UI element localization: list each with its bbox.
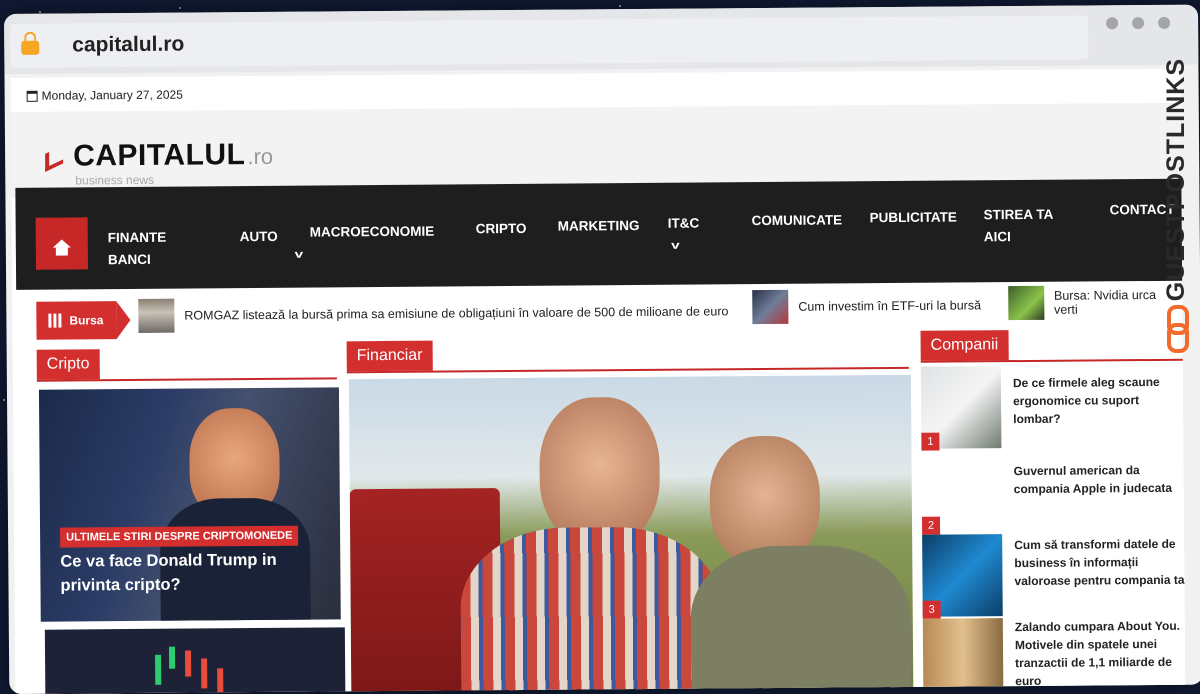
logo-arrow-icon [41, 140, 67, 170]
nav-item-publicitate[interactable]: PUBLICITATE [870, 207, 957, 230]
list-number: 3 [922, 600, 941, 619]
featured-article-financiar[interactable] [348, 374, 914, 694]
article-title[interactable]: Guvernul american da compania Apple in j… [1014, 461, 1186, 498]
chain-link-icon [1165, 305, 1189, 354]
address-bar[interactable]: capitalul.ro [10, 15, 1089, 68]
window-dot-icon[interactable] [1132, 17, 1145, 30]
window-controls [1106, 16, 1171, 30]
article-title[interactable]: Zalando cumpara About You. Motivele din … [1015, 617, 1188, 690]
chevron-down-icon: v [294, 248, 304, 261]
bars-icon [48, 313, 62, 328]
nav-item-macroeconomie[interactable]: MACROECONOMIE v [295, 221, 435, 266]
current-date: Monday, January 27, 2025 [41, 87, 183, 103]
nav-item-stirea-ta-aici[interactable]: STIREA TA AICI [984, 204, 1064, 249]
list-item[interactable]: Zalando cumpara About You. Motivele din … [922, 617, 1194, 694]
list-item[interactable]: 2 Guvernul american da compania Apple in… [921, 449, 1192, 535]
lock-icon [10, 34, 50, 57]
logo-tagline: business news [75, 172, 155, 188]
calendar-icon [26, 90, 38, 102]
section-title[interactable]: Cripto [36, 349, 100, 380]
nav-item-itc[interactable]: IT&C v [668, 213, 700, 257]
article-title[interactable]: Cum să transformi datele de business în … [1014, 535, 1186, 590]
date-row: Monday, January 27, 2025 [26, 87, 183, 103]
nav-item-auto[interactable]: AUTO [240, 226, 278, 248]
article-title[interactable]: Ce va face Donald Trump in privinta crip… [60, 548, 280, 598]
nav-item-comunicate[interactable]: COMUNICATE [752, 209, 843, 232]
candle-mark [201, 658, 208, 689]
nav-item-cripto[interactable]: CRIPTO [476, 218, 527, 240]
url-text: capitalul.ro [72, 32, 185, 57]
watermark-text: GUESTPOSTLINKS [1161, 58, 1190, 302]
farmer-face-photo [539, 396, 661, 548]
logo-tld-text: .ro [247, 143, 274, 170]
logo-main-text: CAPITALUL [72, 138, 246, 173]
browser-titlebar: capitalul.ro [4, 4, 1199, 74]
nav-item-finante-banci[interactable]: FINANTE BANCI [108, 227, 188, 272]
candle-mark [185, 650, 192, 677]
list-item[interactable]: 1 De ce firmele aleg scaune ergonomice c… [920, 365, 1192, 451]
ticker-item[interactable]: ROMGAZ listează la bursă prima sa emisiu… [138, 294, 728, 333]
home-icon [52, 239, 71, 248]
featured-article-cripto[interactable]: ULTIMELE STIRI DESPRE CRIPTOMONEDE Ce va… [38, 387, 341, 622]
ticker-item[interactable]: Cum investim în ETF-uri la bursă [752, 288, 981, 325]
candle-mark [168, 646, 176, 669]
window-dot-icon[interactable] [1158, 16, 1171, 29]
ticker-thumbnail [752, 289, 789, 325]
main-nav: FINANTE BANCI AUTO MACROECONOMIE v CRIPTO… [15, 178, 1183, 290]
list-number: 1 [921, 432, 940, 451]
older-farmer-vest-photo [690, 544, 912, 694]
watermark: GUESTPOSTLINKS [1157, 58, 1195, 358]
web-page: Monday, January 27, 2025 CAPITALUL .ro b… [10, 68, 1186, 694]
site-logo[interactable]: CAPITALUL .ro [41, 138, 273, 174]
ticker-thumbnail [138, 298, 175, 333]
farmer-shirt-photo [460, 526, 722, 694]
list-number: 2 [921, 516, 941, 535]
article-thumbnail [922, 618, 1004, 694]
section-header-financiar: Financiar [346, 336, 909, 374]
article-title[interactable]: De ce firmele aleg scaune ergonomice cu … [1013, 373, 1185, 428]
chevron-down-icon: v [671, 239, 680, 252]
section-title[interactable]: Financiar [346, 340, 433, 372]
browser-window: capitalul.ro Monday, January 27, 2025 CA… [4, 4, 1200, 694]
candle-mark [217, 668, 224, 693]
nav-home-button[interactable] [35, 217, 89, 270]
category-badge[interactable]: ULTIMELE STIRI DESPRE CRIPTOMONEDE [60, 525, 299, 548]
ticker-label: Bursa [36, 301, 117, 340]
window-dot-icon[interactable] [1106, 17, 1119, 30]
ticker-thumbnail [1008, 285, 1045, 321]
section-title[interactable]: Companii [920, 330, 1009, 361]
section-header-cripto: Cripto [36, 347, 337, 382]
companii-list: 1 De ce firmele aleg scaune ergonomice c… [920, 365, 1186, 694]
section-header-companii: Companii [920, 328, 1183, 363]
nav-item-marketing[interactable]: MARKETING [558, 215, 640, 238]
article-card-chart[interactable] [44, 627, 346, 694]
list-item[interactable]: 3 Cum să transformi datele de business î… [922, 533, 1193, 619]
